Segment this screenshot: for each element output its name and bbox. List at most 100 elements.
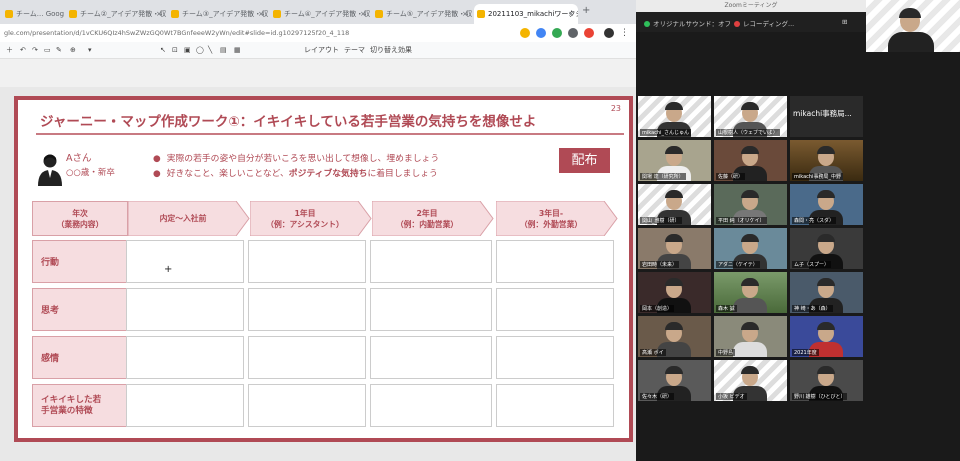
participant-tile[interactable]: アダニ（ケイテ）	[714, 228, 787, 269]
participant-tile[interactable]: mikachi事務局...	[790, 96, 863, 137]
shape-icon[interactable]: ◯	[196, 45, 204, 55]
active-speaker-video[interactable]	[866, 0, 960, 52]
participant-tile-speaking[interactable]: 中野島	[714, 316, 787, 357]
participant-tile[interactable]: 高瀬 ポイ	[638, 316, 711, 357]
extension-icon[interactable]	[568, 28, 578, 38]
participant-tile[interactable]: 森間・亮（スダ）	[790, 184, 863, 225]
header-label-line: 年次	[72, 208, 88, 218]
table-cell[interactable]	[126, 288, 244, 331]
table-cell[interactable]	[248, 240, 366, 283]
profile-avatar[interactable]	[604, 28, 614, 38]
original-sound-toggle[interactable]: オリジナルサウンド：オフ	[644, 18, 731, 28]
paint-format-icon[interactable]: ✎	[56, 45, 62, 55]
tab-label: チーム②_アイデア発散・収束	[80, 10, 166, 18]
slide[interactable]: 23 ジャーニー・マップ作成ワーク①：イキイキしている若手営業の気持ちを想像せよ…	[14, 96, 633, 442]
slides-favicon-icon	[273, 10, 281, 18]
participant-tile[interactable]: 森木 誠	[714, 272, 787, 313]
menu-dots-icon[interactable]: ⋮	[620, 28, 630, 38]
table-cell[interactable]	[248, 336, 366, 379]
close-tab-icon[interactable]: ×	[568, 4, 574, 24]
transition-menu[interactable]: 切り替え効果	[370, 45, 412, 55]
cursor-tool-icon[interactable]: ↖	[160, 45, 166, 55]
participant-name: mikachi事務局_中野	[792, 173, 843, 180]
print-icon[interactable]: ▭	[44, 45, 51, 55]
participant-tile[interactable]: 岩田時（未来）	[638, 228, 711, 269]
stage-subtitle: （例：アシスタント）	[266, 219, 344, 229]
comment-icon[interactable]: ▤	[220, 45, 227, 55]
participant-display-name: mikachi事務局...	[793, 109, 852, 118]
browser-tab-active[interactable]: 20211103_mikachiワークショ×	[474, 4, 578, 24]
row-label-thinking: 思考	[32, 288, 128, 331]
browser-tab[interactable]: チーム②_アイデア発散・収束 ×	[66, 4, 166, 24]
table-cell[interactable]	[496, 336, 614, 379]
table-cell[interactable]	[248, 384, 366, 427]
table-cell[interactable]	[496, 288, 614, 331]
browser-tab[interactable]: チーム⑤_アイデア発散・収束 ×	[372, 4, 472, 24]
close-tab-icon[interactable]: ×	[258, 4, 264, 24]
table-cell[interactable]	[126, 384, 244, 427]
image-icon[interactable]: ▣	[184, 45, 191, 55]
extension-icon[interactable]	[552, 28, 562, 38]
textbox-icon[interactable]: ⊡	[172, 45, 178, 55]
table-cell[interactable]	[126, 240, 244, 283]
participant-tile[interactable]: 山根樹人（ウェブでいよ）	[714, 96, 787, 137]
browser-tab[interactable]: チーム... Google ス	[2, 4, 64, 24]
add-icon[interactable]: ＋	[6, 45, 13, 55]
video-call-window: Zoomミーティング オリジナルサウンド：オフ レコーディング... ⊞ mik…	[636, 0, 960, 461]
undo-icon[interactable]: ↶	[20, 45, 26, 55]
bookmark-star-icon[interactable]	[520, 28, 530, 38]
sound-status-icon	[644, 21, 650, 27]
tab-label: 20211103_mikachiワークショ	[488, 10, 578, 18]
zoom-icon[interactable]: ⊕	[70, 45, 76, 55]
table-cell[interactable]	[496, 384, 614, 427]
table-cell[interactable]	[496, 240, 614, 283]
redo-icon[interactable]: ↷	[32, 45, 38, 55]
ruler	[0, 59, 636, 87]
table-cell[interactable]	[370, 336, 492, 379]
participant-tile[interactable]: 小坂 ビデオ	[714, 360, 787, 401]
participant-tile[interactable]: mikachi事務局_中野	[790, 140, 863, 181]
participant-tile[interactable]: 佐々木（研）	[638, 360, 711, 401]
participant-tile[interactable]: 佐藤（研）	[714, 140, 787, 181]
tab-label: チーム③_アイデア発散・収束	[182, 10, 268, 18]
participant-tile[interactable]: 関山_雅樹（研）	[638, 184, 711, 225]
participant-tile[interactable]: 岡本（創造）	[638, 272, 711, 313]
participant-name: 佐々木（研）	[640, 393, 675, 400]
participant-tile[interactable]: 野川 雄樹（ひとびと）	[790, 360, 863, 401]
participant-tile[interactable]: 関場 達（研究所）	[638, 140, 711, 181]
theme-menu[interactable]: テーマ	[344, 45, 365, 55]
browser-tab[interactable]: チーム③_アイデア発散・収束 ×	[168, 4, 268, 24]
table-cell[interactable]	[126, 336, 244, 379]
url-field[interactable]: gle.com/presentation/d/1vCKU6QIz4hSwZWzG…	[4, 26, 504, 40]
line-icon[interactable]: ╲	[208, 45, 212, 55]
participant-name: 森木 誠	[716, 305, 737, 312]
select-icon[interactable]: ▾	[88, 45, 92, 55]
extension-icon[interactable]	[536, 28, 546, 38]
participant-name: 関山_雅樹（研）	[640, 217, 682, 224]
row-label-emotion: 感情	[32, 336, 128, 379]
table-cell[interactable]	[248, 288, 366, 331]
table-cell[interactable]	[370, 288, 492, 331]
stage-header: 2年目 （例：内勤営業）	[372, 201, 494, 236]
close-tab-icon[interactable]: ×	[462, 4, 468, 24]
recording-indicator[interactable]: レコーディング...	[734, 18, 794, 28]
new-tab-button[interactable]: +	[582, 5, 590, 16]
participant-tile[interactable]: mikachi_さんじゅん	[638, 96, 711, 137]
view-toggle-icon[interactable]: ⊞	[842, 18, 847, 26]
table-cell[interactable]	[370, 384, 492, 427]
table-cell[interactable]	[370, 240, 492, 283]
close-tab-icon[interactable]: ×	[360, 4, 366, 24]
participant-tile[interactable]: 平田 純（オリケイ）	[714, 184, 787, 225]
slides-favicon-icon	[477, 10, 485, 18]
participant-tile[interactable]: 神 崎・あ（森）	[790, 272, 863, 313]
participant-name: 野川 雄樹（ひとびと）	[792, 393, 848, 400]
participant-name: mikachi_さんじゅん	[640, 129, 691, 136]
layout-menu[interactable]: レイアウト	[304, 45, 339, 55]
close-tab-icon[interactable]: ×	[156, 4, 162, 24]
extension-icon[interactable]	[584, 28, 594, 38]
participant-tile[interactable]: ム子（スプー）	[790, 228, 863, 269]
persona-age: ○○歳・新卒	[66, 168, 115, 178]
browser-tab[interactable]: チーム④_アイデア発散・収束 ×	[270, 4, 370, 24]
background-icon[interactable]: ▦	[234, 45, 241, 55]
participant-tile[interactable]: 2021年度	[790, 316, 863, 357]
